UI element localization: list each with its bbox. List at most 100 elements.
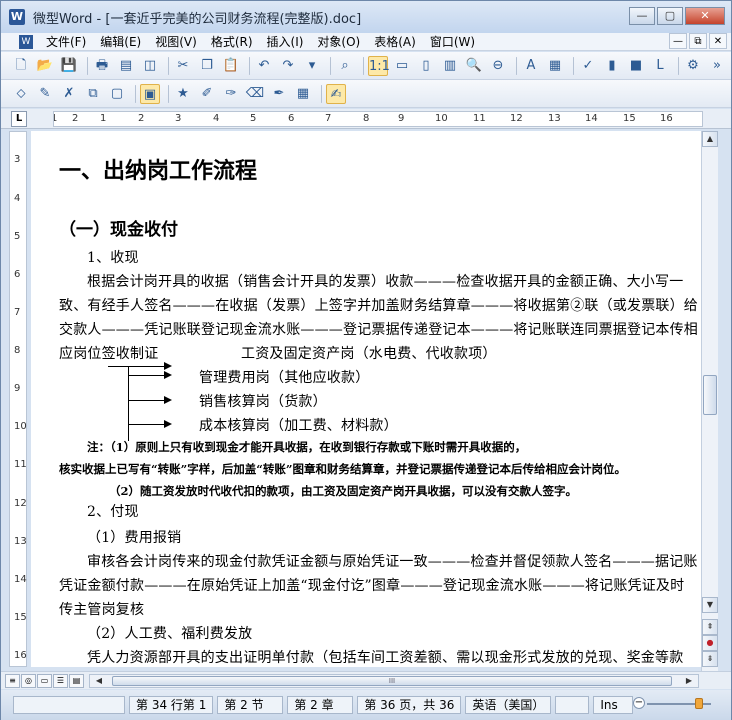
columns-icon[interactable]: ▮ — [602, 56, 622, 76]
tab-stop-selector[interactable]: L — [11, 111, 27, 127]
chevron-down-icon[interactable]: ▾ — [302, 56, 322, 76]
group-icon[interactable]: ⧉ — [83, 84, 103, 104]
highlighter-icon[interactable]: ✐ — [197, 84, 217, 104]
ruler-number: 6 — [14, 269, 21, 280]
web-view-icon[interactable]: ◎ — [21, 674, 36, 688]
page-width-icon[interactable]: ▭ — [392, 56, 412, 76]
eraser-icon[interactable]: ⌫ — [245, 84, 265, 104]
subsection-title: （2）人工费、福利费发放 — [87, 626, 253, 642]
minimize-button[interactable]: — — [629, 7, 655, 25]
ruler-number: 13 — [548, 113, 561, 124]
shading-icon[interactable]: ■ — [626, 56, 646, 76]
menu-file[interactable]: 文件(F) — [39, 33, 93, 50]
clipboard-object-icon[interactable]: ▣ — [140, 83, 160, 104]
cut-icon[interactable]: ✂ — [173, 56, 193, 76]
frame-icon[interactable]: L — [650, 56, 670, 76]
menu-object[interactable]: 对象(O) — [310, 33, 367, 50]
one-page-icon[interactable]: ▯ — [416, 56, 436, 76]
print-layout-icon[interactable]: ▭ — [37, 674, 52, 688]
status-section: 第 2 节 — [217, 696, 284, 714]
section-title: 1、收现 — [87, 250, 139, 266]
font-color-icon[interactable]: A — [521, 56, 541, 76]
scroll-left-button[interactable]: ◀ — [92, 675, 106, 687]
delete-object-icon[interactable]: ✗ — [59, 84, 79, 104]
format-painter-icon[interactable]: ▦ — [545, 56, 565, 76]
ungroup-icon[interactable]: ▢ — [107, 84, 127, 104]
toolbar-separator — [516, 56, 517, 75]
scroll-right-button[interactable]: ▶ — [682, 675, 696, 687]
browse-object-icon[interactable]: ● — [702, 635, 718, 651]
previous-page-icon[interactable]: ⇞ — [702, 619, 718, 635]
edit-pencil-icon[interactable]: ✎ — [35, 84, 55, 104]
zoom-out-icon[interactable]: ⊖ — [488, 56, 508, 76]
word-app-icon[interactable]: W — [9, 9, 25, 25]
note-edit-icon[interactable]: ✍ — [326, 83, 346, 104]
heading-2: （一）现金收付 — [59, 220, 178, 240]
find-binoculars-icon[interactable]: ⌕ — [335, 56, 355, 76]
ruler-number: 2 — [138, 113, 145, 124]
ruler-number: 14 — [14, 574, 27, 585]
marker-icon[interactable]: ✑ — [221, 84, 241, 104]
status-language[interactable]: 英语（美国） — [465, 696, 552, 714]
status-empty — [555, 696, 590, 714]
doc-close-button[interactable]: ✕ — [709, 33, 727, 49]
undo-icon[interactable]: ↶ — [254, 56, 274, 76]
horizontal-ruler[interactable]: 1 2 1 2 3 4 5 6 7 8 9 10 11 12 13 14 15 … — [53, 111, 703, 127]
actual-size-icon[interactable]: 1:1 — [368, 55, 390, 76]
doc-restore-button[interactable]: ⧉ — [689, 33, 707, 49]
ruler-number: 7 — [325, 113, 332, 124]
pen-icon[interactable]: ✒ — [269, 84, 289, 104]
zoom-handle[interactable] — [695, 698, 703, 709]
zoom-slider[interactable]: − — [633, 697, 725, 711]
vertical-ruler[interactable]: 3 4 5 6 7 8 9 10 11 12 13 14 15 16 — [9, 131, 27, 667]
open-folder-icon[interactable]: 📂 — [35, 56, 55, 76]
zoom-in-icon[interactable]: 🔍 — [464, 56, 484, 76]
menu-window[interactable]: 窗口(W) — [423, 33, 482, 50]
horizontal-scroll-thumb[interactable]: III — [112, 676, 672, 686]
two-pages-icon[interactable]: ▥ — [440, 56, 460, 76]
paste-icon[interactable]: 📋 — [221, 56, 241, 76]
next-page-icon[interactable]: ⇟ — [702, 651, 718, 667]
status-line-column: 第 34 行第 1 — [129, 696, 214, 714]
pdf-icon[interactable]: ▤ — [116, 56, 136, 76]
menu-edit[interactable]: 编辑(E) — [93, 33, 148, 50]
ruler-number: 4 — [14, 193, 21, 204]
vertical-scrollbar[interactable]: ▲ ▼ ⇞ ● ⇟ — [701, 131, 718, 671]
menu-format[interactable]: 格式(R) — [204, 33, 260, 50]
reading-view-icon[interactable]: ▤ — [69, 674, 84, 688]
status-page: 第 36 页，共 36 — [357, 696, 462, 714]
close-button[interactable]: ✕ — [685, 7, 725, 25]
document-icon[interactable]: W — [19, 34, 33, 49]
toolbar-overflow-icon[interactable]: » — [707, 56, 727, 76]
document-page[interactable]: 一、出纳岗工作流程 （一）现金收付 1、收现 根据会计岗开具的收据（销售会计开具… — [31, 131, 701, 667]
new-document-icon[interactable]: 🗋 — [11, 56, 31, 76]
star-icon[interactable]: ★ — [173, 84, 193, 104]
save-icon[interactable]: 💾 — [59, 56, 79, 76]
spellcheck-icon[interactable]: ✓ — [578, 56, 598, 76]
copy-icon[interactable]: ❐ — [197, 56, 217, 76]
normal-view-icon[interactable]: ≡ — [5, 674, 20, 688]
print-preview-icon[interactable]: ◫ — [140, 56, 160, 76]
maximize-button[interactable]: ▢ — [657, 7, 683, 25]
ruler-number: 1 — [100, 113, 107, 124]
menu-table[interactable]: 表格(A) — [367, 33, 423, 50]
bookmark-icon[interactable]: ⬦ — [11, 84, 31, 104]
insert-table-icon[interactable]: ▦ — [293, 84, 313, 104]
print-icon[interactable]: 🖶 — [92, 56, 112, 76]
redo-icon[interactable]: ↷ — [278, 56, 298, 76]
flow-line — [108, 366, 170, 367]
scroll-down-button[interactable]: ▼ — [702, 597, 718, 613]
zoom-out-button[interactable]: − — [633, 697, 645, 709]
menu-insert[interactable]: 插入(I) — [260, 33, 311, 50]
scroll-thumb[interactable] — [703, 375, 717, 415]
status-insert-mode[interactable]: Ins — [593, 696, 634, 714]
scroll-up-button[interactable]: ▲ — [702, 131, 718, 147]
ruler-number: 11 — [14, 459, 27, 470]
toolbar-separator — [678, 56, 679, 75]
toolbar-separator — [87, 56, 88, 75]
horizontal-scrollbar[interactable]: ◀ III ▶ — [89, 674, 699, 688]
doc-minimize-button[interactable]: — — [669, 33, 687, 49]
outline-view-icon[interactable]: ☰ — [53, 674, 68, 688]
menu-view[interactable]: 视图(V) — [148, 33, 204, 50]
tools-icon[interactable]: ⚙ — [683, 56, 703, 76]
